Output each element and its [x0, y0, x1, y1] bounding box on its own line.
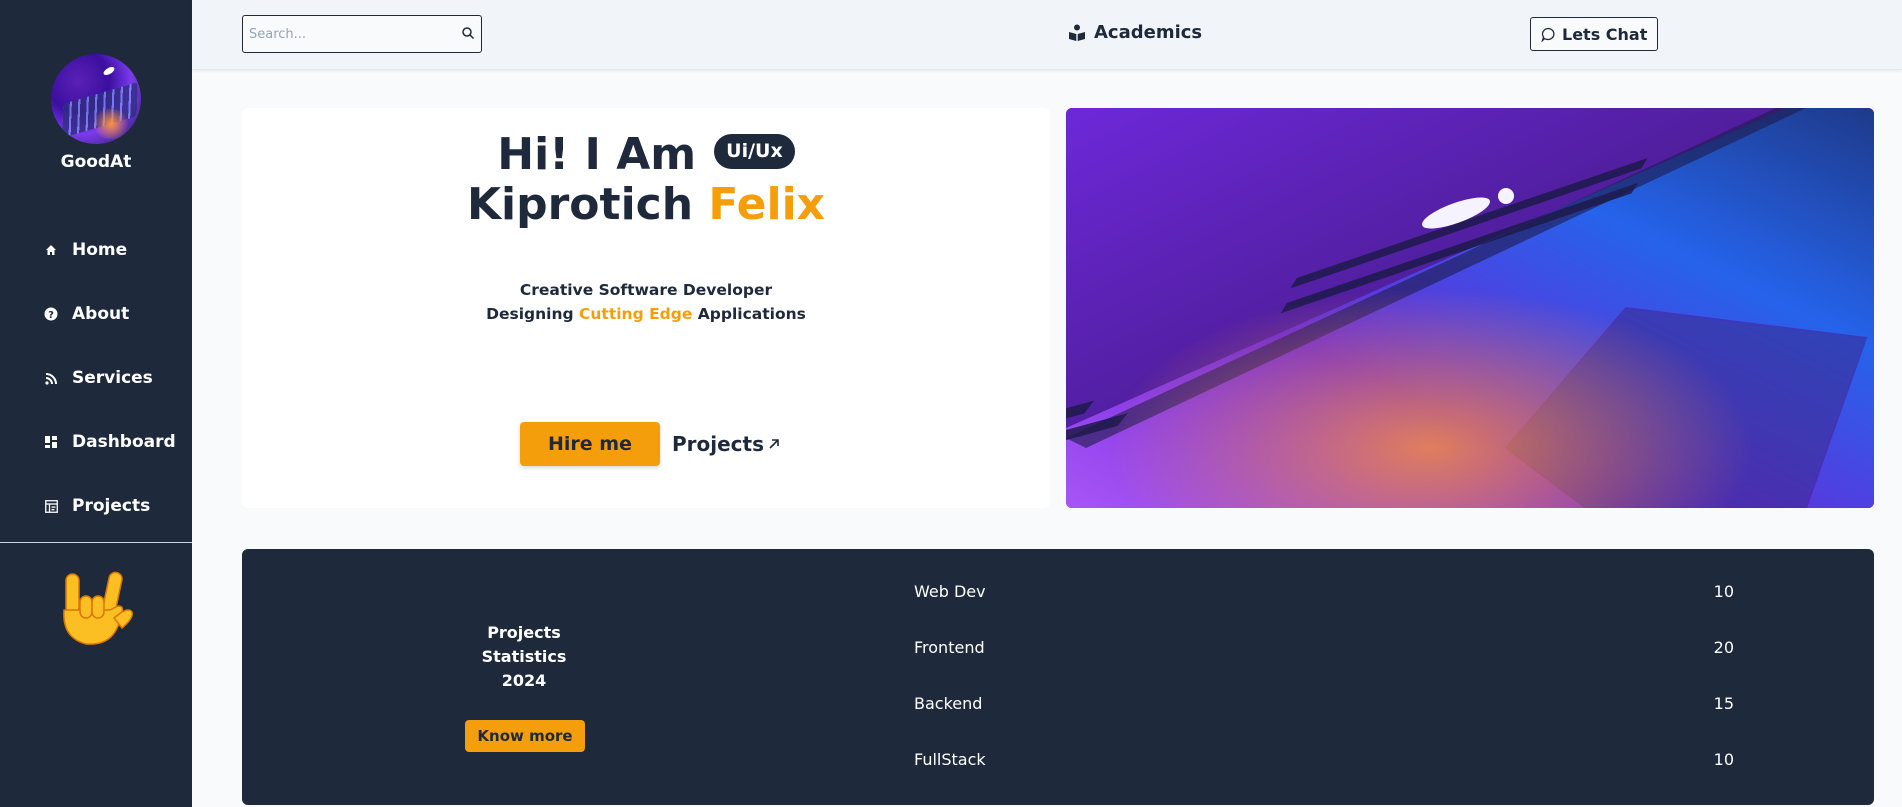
projects-statistics-panel: Projects Statistics 2024 Know more Web D… — [242, 549, 1874, 805]
hero-subtitle: Creative Software Developer Designing Cu… — [242, 278, 1050, 326]
sidebar-divider — [0, 542, 192, 543]
projects-icon — [44, 499, 58, 513]
stat-value: 20 — [1713, 638, 1734, 657]
svg-text:?: ? — [48, 310, 54, 321]
stat-row: Backend 15 — [914, 694, 1734, 713]
projects-link[interactable]: Projects — [672, 432, 781, 456]
arrow-up-right-icon — [769, 439, 779, 449]
hero-last-name: Felix — [708, 179, 826, 230]
sidebar-item-services[interactable]: Services — [44, 346, 176, 410]
signal-icon — [44, 371, 58, 385]
home-icon — [44, 243, 58, 257]
hero-title: Hi! I Am Ui/Ux Kiprotich Felix — [242, 130, 1050, 230]
sidebar-item-label: Home — [72, 240, 128, 260]
avatar — [51, 54, 141, 144]
sidebar-item-home[interactable]: Home — [44, 218, 176, 282]
stat-row: Web Dev 10 — [914, 582, 1734, 601]
laptop-image — [1066, 108, 1874, 508]
academics-label: Academics — [1094, 22, 1203, 43]
stat-value: 15 — [1713, 694, 1734, 713]
dashboard-icon — [44, 435, 58, 449]
subtitle-pre: Designing — [486, 305, 574, 323]
stats-title-line1: Projects — [487, 623, 561, 642]
projects-link-label: Projects — [672, 432, 765, 456]
lets-chat-button[interactable]: Lets Chat — [1530, 17, 1659, 51]
sidebar: GoodAt Home ? About Services Dashboard P… — [0, 0, 192, 807]
hero-card: Hi! I Am Ui/Ux Kiprotich Felix Creative S… — [242, 108, 1050, 508]
logo[interactable]: GoodAt — [0, 54, 192, 172]
know-more-button[interactable]: Know more — [465, 720, 585, 752]
subtitle-post: Applications — [697, 305, 806, 323]
sidebar-item-label: About — [72, 304, 130, 324]
sidebar-item-label: Services — [72, 368, 153, 388]
hero-actions: Hire me Projects — [520, 422, 781, 466]
sidebar-item-projects[interactable]: Projects — [44, 474, 176, 538]
sidebar-item-about[interactable]: ? About — [44, 282, 176, 346]
subtitle-accent: Cutting Edge — [579, 305, 693, 323]
stat-label: FullStack — [914, 750, 986, 769]
stats-title: Projects Statistics 2024 — [448, 621, 600, 693]
stats-title-line3: 2024 — [501, 671, 547, 690]
stat-label: Backend — [914, 694, 983, 713]
stat-value: 10 — [1713, 750, 1734, 769]
search-input[interactable] — [249, 26, 461, 42]
hero-subtitle-line2: Designing Cutting Edge Applications — [242, 302, 1050, 326]
stat-label: Web Dev — [914, 582, 986, 601]
chat-bubble-icon — [1541, 27, 1555, 42]
stat-row: FullStack 10 — [914, 750, 1734, 769]
top-bar: Academics Lets Chat — [192, 0, 1902, 70]
stat-row: Frontend 20 — [914, 638, 1734, 657]
book-reader-icon — [1069, 24, 1085, 41]
stats-title-line2: Statistics — [481, 647, 567, 666]
sidebar-item-label: Dashboard — [72, 432, 176, 452]
stat-label: Frontend — [914, 638, 985, 657]
stat-value: 10 — [1713, 582, 1734, 601]
search-box[interactable] — [242, 15, 482, 53]
search-icon[interactable] — [461, 25, 475, 44]
role-badge: Ui/Ux — [714, 133, 795, 169]
brand-name: GoodAt — [60, 152, 132, 172]
chat-label: Lets Chat — [1562, 24, 1648, 44]
question-icon: ? — [44, 307, 58, 321]
sidebar-item-label: Projects — [72, 496, 151, 516]
hero-subtitle-line1: Creative Software Developer — [519, 281, 773, 299]
rock-hand-icon — [52, 566, 136, 650]
sidebar-item-dashboard[interactable]: Dashboard — [44, 410, 176, 474]
sidebar-nav: Home ? About Services Dashboard Projects — [44, 218, 176, 538]
hero-first-name: Kiprotich — [466, 179, 694, 230]
hire-me-button[interactable]: Hire me — [520, 422, 660, 466]
hero-greeting: Hi! I Am — [497, 129, 697, 180]
academics-link[interactable]: Academics — [1068, 22, 1202, 43]
